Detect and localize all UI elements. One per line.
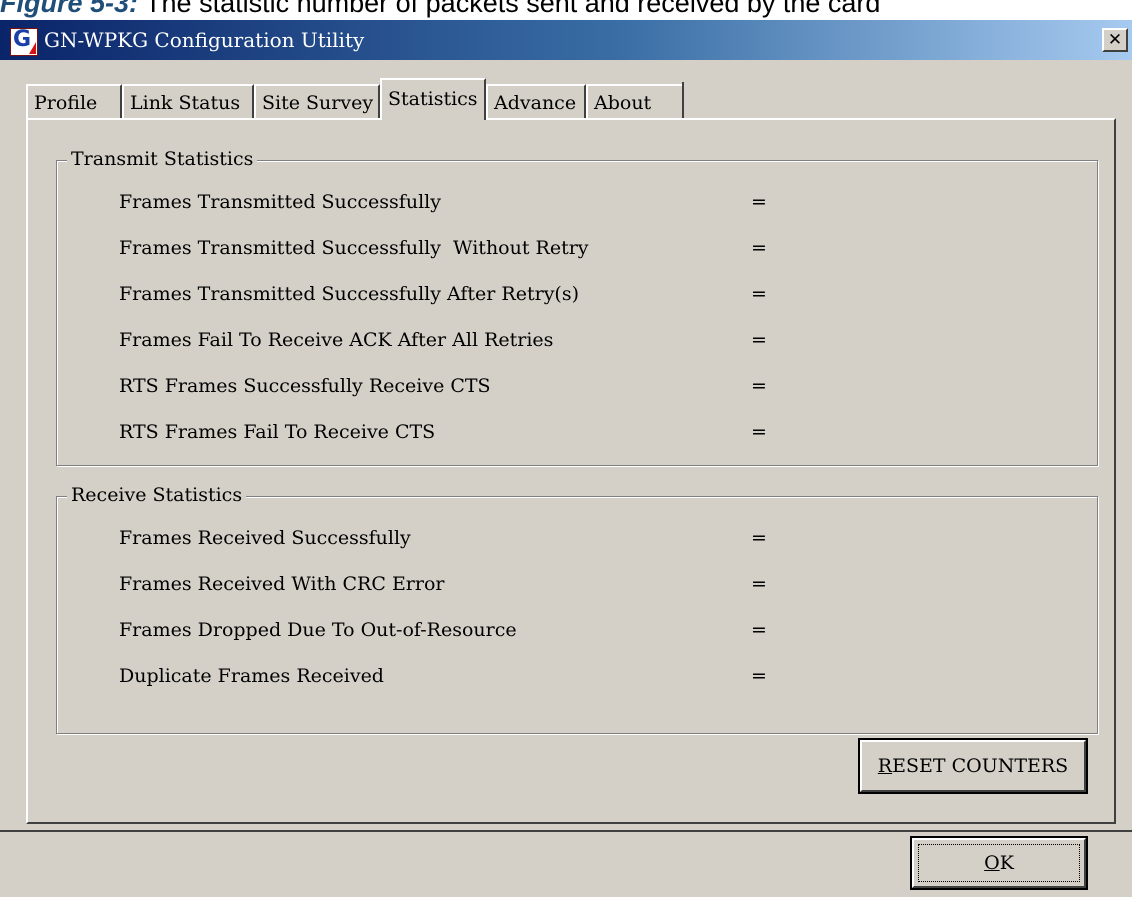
reset-counters-button[interactable]: RESET COUNTERS [858, 738, 1088, 794]
app-logo-icon: G [10, 27, 38, 56]
ok-button[interactable]: OK [910, 836, 1088, 890]
stat-label: Frames Transmitted Successfully [119, 191, 441, 213]
transmit-row: RTS Frames Fail To Receive CTS = [119, 417, 1079, 447]
receive-row: Frames Received Successfully = [119, 523, 1079, 553]
transmit-row: Frames Transmitted Successfully Without … [119, 233, 1079, 263]
ok-label: K [999, 852, 1014, 874]
transmit-row: Frames Transmitted Successfully After Re… [119, 279, 1079, 309]
transmit-statistics-group: Transmit Statistics Frames Transmitted S… [56, 147, 1098, 466]
tab-about[interactable]: About [586, 84, 684, 118]
reset-mnemonic: R [877, 755, 893, 777]
close-icon: ✕ [1107, 30, 1123, 50]
ok-mnemonic: O [984, 852, 1000, 874]
transmit-row: Frames Transmitted Successfully = [119, 187, 1079, 217]
figure-caption-text: The statistic number of packets sent and… [145, 0, 881, 18]
equals-sign: = [751, 527, 767, 549]
tab-advance[interactable]: Advance [486, 84, 586, 118]
stat-label: Frames Received Successfully [119, 527, 411, 549]
equals-sign: = [751, 421, 767, 443]
transmit-row: Frames Fail To Receive ACK After All Ret… [119, 325, 1079, 355]
tab-link-status[interactable]: Link Status [122, 84, 254, 118]
tab-site-survey[interactable]: Site Survey [254, 84, 380, 118]
tab-statistics[interactable]: Statistics [380, 78, 486, 120]
receive-statistics-group: Receive Statistics Frames Received Succe… [56, 483, 1098, 734]
transmit-statistics-title: Transmit Statistics [67, 147, 258, 171]
stat-label: Frames Transmitted Successfully After Re… [119, 283, 579, 305]
equals-sign: = [751, 619, 767, 641]
close-button[interactable]: ✕ [1102, 28, 1128, 52]
equals-sign: = [751, 573, 767, 595]
reset-label: ESET COUNTERS [892, 755, 1069, 777]
receive-row: Frames Dropped Due To Out-of-Resource = [119, 615, 1079, 645]
stat-label: Frames Received With CRC Error [119, 573, 445, 595]
transmit-row: RTS Frames Successfully Receive CTS = [119, 371, 1079, 401]
receive-row: Duplicate Frames Received = [119, 661, 1079, 691]
equals-sign: = [751, 375, 767, 397]
panel-separator [0, 830, 1132, 832]
stat-label: Frames Transmitted Successfully Without … [119, 237, 589, 259]
equals-sign: = [751, 283, 767, 305]
title-bar[interactable]: G GN-WPKG Configuration Utility ✕ [0, 20, 1132, 60]
equals-sign: = [751, 329, 767, 351]
stat-label: Frames Dropped Due To Out-of-Resource [119, 619, 517, 641]
stat-label: RTS Frames Successfully Receive CTS [119, 375, 491, 397]
receive-row: Frames Received With CRC Error = [119, 569, 1079, 599]
equals-sign: = [751, 665, 767, 687]
stat-label: Frames Fail To Receive ACK After All Ret… [119, 329, 554, 351]
tab-profile[interactable]: Profile [26, 84, 122, 118]
stat-label: Duplicate Frames Received [119, 665, 384, 687]
tab-strip-end [682, 82, 684, 116]
receive-statistics-title: Receive Statistics [67, 483, 247, 507]
logo-arrow-icon [29, 42, 36, 54]
figure-caption: Figure 5-3: The statistic number of pack… [0, 0, 880, 20]
stat-label: RTS Frames Fail To Receive CTS [119, 421, 436, 443]
tab-strip: Profile Link Status Site Survey Statisti… [26, 78, 726, 120]
equals-sign: = [751, 191, 767, 213]
dialog-window: G GN-WPKG Configuration Utility ✕ Profil… [0, 20, 1132, 897]
figure-number: Figure 5-3: [0, 0, 139, 18]
equals-sign: = [751, 237, 767, 259]
window-title: GN-WPKG Configuration Utility [44, 28, 365, 52]
statistics-panel: Transmit Statistics Frames Transmitted S… [26, 118, 1116, 824]
